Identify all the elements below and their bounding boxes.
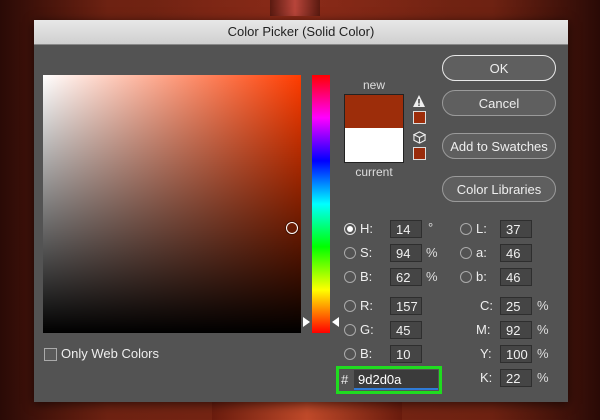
hue-slider[interactable] <box>312 75 330 333</box>
red-input[interactable]: 157 <box>390 297 422 315</box>
cube-icon[interactable] <box>413 131 426 144</box>
add-to-swatches-button[interactable]: Add to Swatches <box>442 133 556 159</box>
green-input[interactable]: 45 <box>390 321 422 339</box>
gamut-warning-swatch[interactable] <box>413 111 426 124</box>
hue-input[interactable]: 14 <box>390 220 422 238</box>
hue-label: H: <box>360 221 373 236</box>
green-label: G: <box>360 322 374 337</box>
warning-triangle-icon[interactable] <box>412 94 426 108</box>
new-color-label: new <box>362 78 385 92</box>
brightness-radio[interactable] <box>344 271 356 283</box>
yellow-unit: % <box>537 346 549 361</box>
cyan-unit: % <box>537 298 549 313</box>
black-unit: % <box>537 370 549 385</box>
blue-radio[interactable] <box>344 348 356 360</box>
saturation-brightness-field[interactable] <box>43 75 301 333</box>
web-safe-swatch[interactable] <box>413 147 426 160</box>
a-channel-radio[interactable] <box>460 247 472 259</box>
only-web-colors-label[interactable]: Only Web Colors <box>61 346 159 361</box>
black-input[interactable]: 22 <box>500 369 532 387</box>
brightness-input[interactable]: 62 <box>390 268 422 286</box>
magenta-input[interactable]: 92 <box>500 321 532 339</box>
red-label: R: <box>360 298 373 313</box>
magenta-label: M: <box>476 322 491 337</box>
current-color-swatch[interactable] <box>344 128 404 163</box>
color-picker-marker[interactable] <box>286 222 298 234</box>
magenta-unit: % <box>537 322 549 337</box>
cyan-input[interactable]: 25 <box>500 297 532 315</box>
yellow-label: Y: <box>480 346 492 361</box>
hue-slider-handle-left[interactable] <box>303 317 310 327</box>
lightness-input[interactable]: 37 <box>500 220 532 238</box>
current-color-label: current <box>355 165 393 179</box>
background-bottle-neck <box>270 0 320 16</box>
yellow-input[interactable]: 100 <box>500 345 532 363</box>
saturation-radio[interactable] <box>344 247 356 259</box>
lightness-radio[interactable] <box>460 223 472 235</box>
green-radio[interactable] <box>344 324 356 336</box>
cyan-label: C: <box>480 298 493 313</box>
b-channel-input[interactable]: 46 <box>500 268 532 286</box>
hue-slider-handle-right[interactable] <box>332 317 339 327</box>
lightness-label: L: <box>476 221 487 236</box>
b-channel-label: b: <box>476 269 487 284</box>
hex-input[interactable]: 9d2d0a <box>354 370 438 390</box>
saturation-label: S: <box>360 245 373 260</box>
ok-button[interactable]: OK <box>442 55 556 81</box>
background-bottle-base <box>212 402 402 420</box>
brightness-unit: % <box>426 269 438 284</box>
only-web-colors-checkbox[interactable] <box>44 348 57 361</box>
saturation-unit: % <box>426 245 438 260</box>
blue-label: B: <box>360 346 373 361</box>
color-libraries-button[interactable]: Color Libraries <box>442 176 556 202</box>
hex-hash-label: # <box>341 372 349 387</box>
black-label: K: <box>480 370 493 385</box>
dialog-title[interactable]: Color Picker (Solid Color) <box>34 20 568 45</box>
hue-unit: ° <box>428 220 434 235</box>
color-picker-dialog: Color Picker (Solid Color) new current O… <box>34 20 568 402</box>
a-channel-input[interactable]: 46 <box>500 244 532 262</box>
new-color-swatch <box>344 94 404 129</box>
b-channel-radio[interactable] <box>460 271 472 283</box>
cancel-button[interactable]: Cancel <box>442 90 556 116</box>
hue-radio[interactable] <box>344 223 356 235</box>
blue-input[interactable]: 10 <box>390 345 422 363</box>
a-channel-label: a: <box>476 245 487 260</box>
red-radio[interactable] <box>344 300 356 312</box>
brightness-label: B: <box>360 269 373 284</box>
saturation-input[interactable]: 94 <box>390 244 422 262</box>
